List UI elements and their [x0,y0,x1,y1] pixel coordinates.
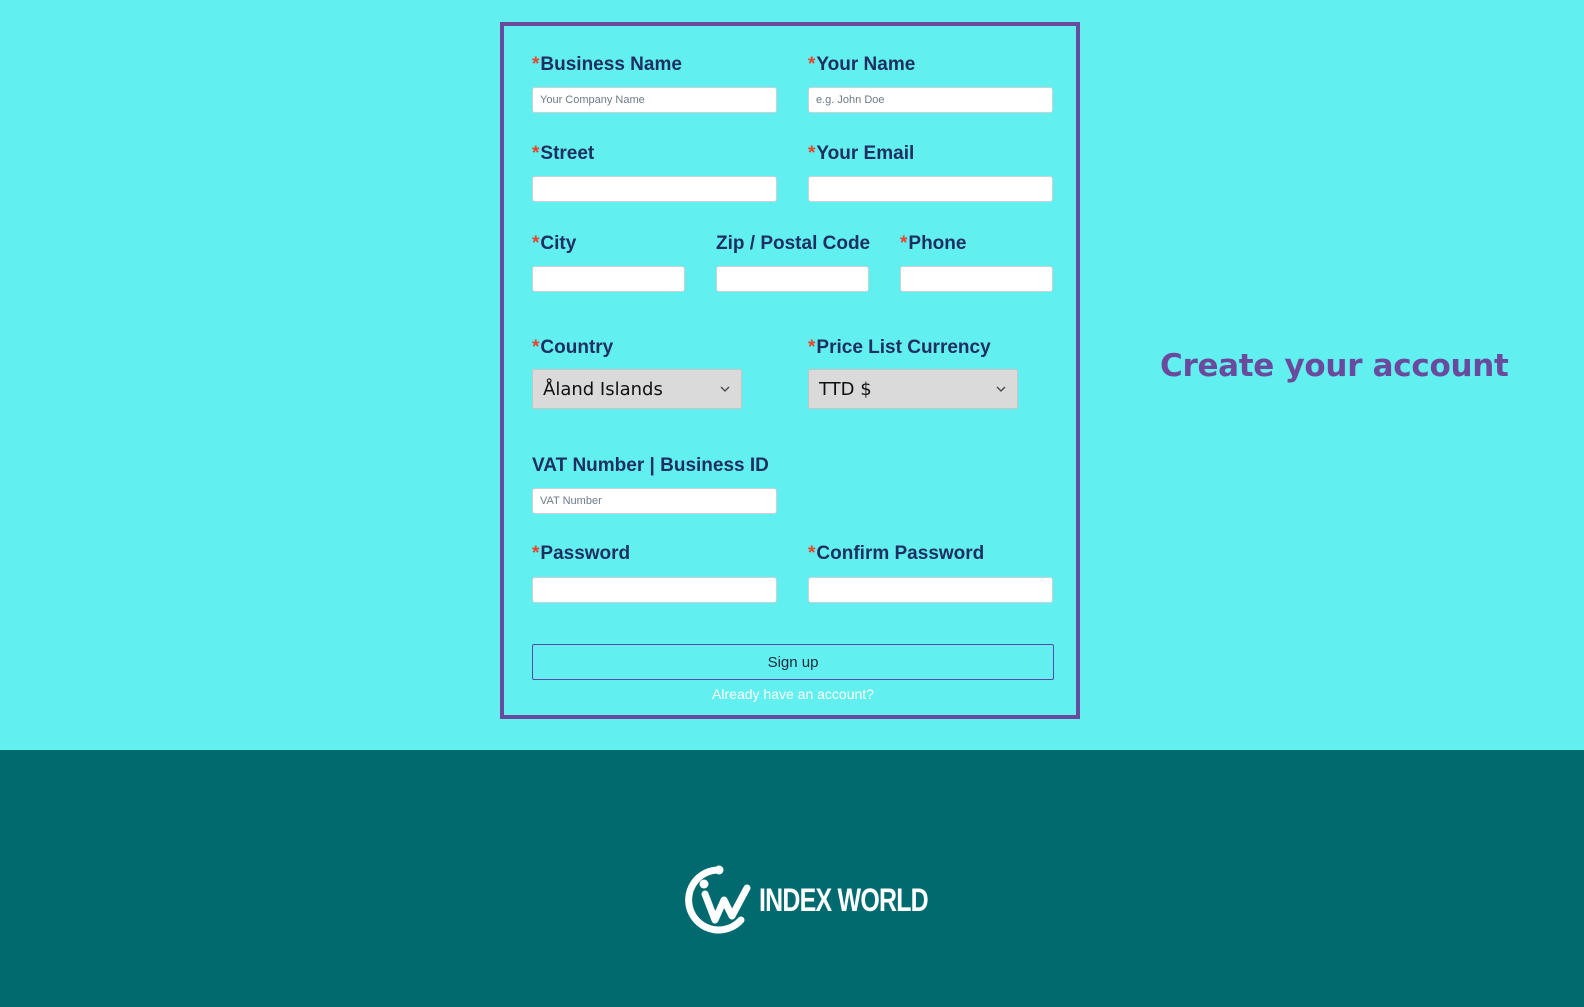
your-name-input[interactable] [808,87,1053,113]
business-name-label: *Business Name [532,54,682,76]
required-marker: * [532,143,540,164]
currency-label: *Price List Currency [808,337,991,359]
your-email-label-text: Your Email [816,143,915,164]
required-marker: * [808,143,816,164]
zip-label: Zip / Postal Code [716,233,870,255]
zip-input[interactable] [716,266,869,292]
required-marker: * [808,337,816,358]
business-name-input[interactable] [532,87,777,113]
chevron-down-icon [720,386,730,392]
page-title: Create your account [1160,348,1509,384]
country-label: *Country [532,337,613,359]
phone-input[interactable] [900,266,1053,292]
city-input[interactable] [532,266,685,292]
required-marker: * [808,54,816,75]
vat-label-text: VAT Number | Business ID [532,455,769,476]
index-world-logo-icon [685,865,751,934]
logo-text: INDEX WORLD [759,881,929,918]
vat-input[interactable] [532,488,777,514]
required-marker: * [532,54,540,75]
phone-label: *Phone [900,233,966,255]
vat-label: VAT Number | Business ID [532,455,769,477]
your-email-label: *Your Email [808,143,914,165]
confirm-password-input[interactable] [808,577,1053,603]
country-selected-value: Åland Islands [543,378,663,400]
your-email-input[interactable] [808,176,1053,202]
signup-button[interactable]: Sign up [532,644,1054,680]
signup-page: *Business Name *Your Name *Street *Your … [0,0,1584,1007]
street-label: *Street [532,143,594,165]
city-label: *City [532,233,576,255]
footer-logo[interactable]: INDEX WORLD [675,860,976,940]
password-input[interactable] [532,577,777,603]
footer: INDEX WORLD [0,750,1584,1007]
password-label-text: Password [540,543,631,564]
required-marker: * [808,543,816,564]
password-label: *Password [532,543,630,565]
business-name-label-text: Business Name [540,54,682,75]
required-marker: * [532,337,540,358]
city-label-text: City [540,233,577,254]
confirm-password-label-text: Confirm Password [816,543,985,564]
country-select[interactable]: Åland Islands [532,369,742,409]
currency-label-text: Price List Currency [816,337,991,358]
street-input[interactable] [532,176,777,202]
zip-label-text: Zip / Postal Code [716,233,871,254]
confirm-password-label: *Confirm Password [808,543,984,565]
required-marker: * [532,543,540,564]
required-marker: * [900,233,908,254]
signup-section: *Business Name *Your Name *Street *Your … [0,0,1584,750]
country-label-text: Country [540,337,614,358]
login-link[interactable]: Already have an account? [532,686,1054,702]
your-name-label: *Your Name [808,54,915,76]
street-label-text: Street [540,143,595,164]
currency-select[interactable]: TTD $ [808,369,1018,409]
phone-label-text: Phone [908,233,967,254]
chevron-down-icon [996,386,1006,392]
your-name-label-text: Your Name [816,54,916,75]
required-marker: * [532,233,540,254]
currency-selected-value: TTD $ [819,378,872,400]
